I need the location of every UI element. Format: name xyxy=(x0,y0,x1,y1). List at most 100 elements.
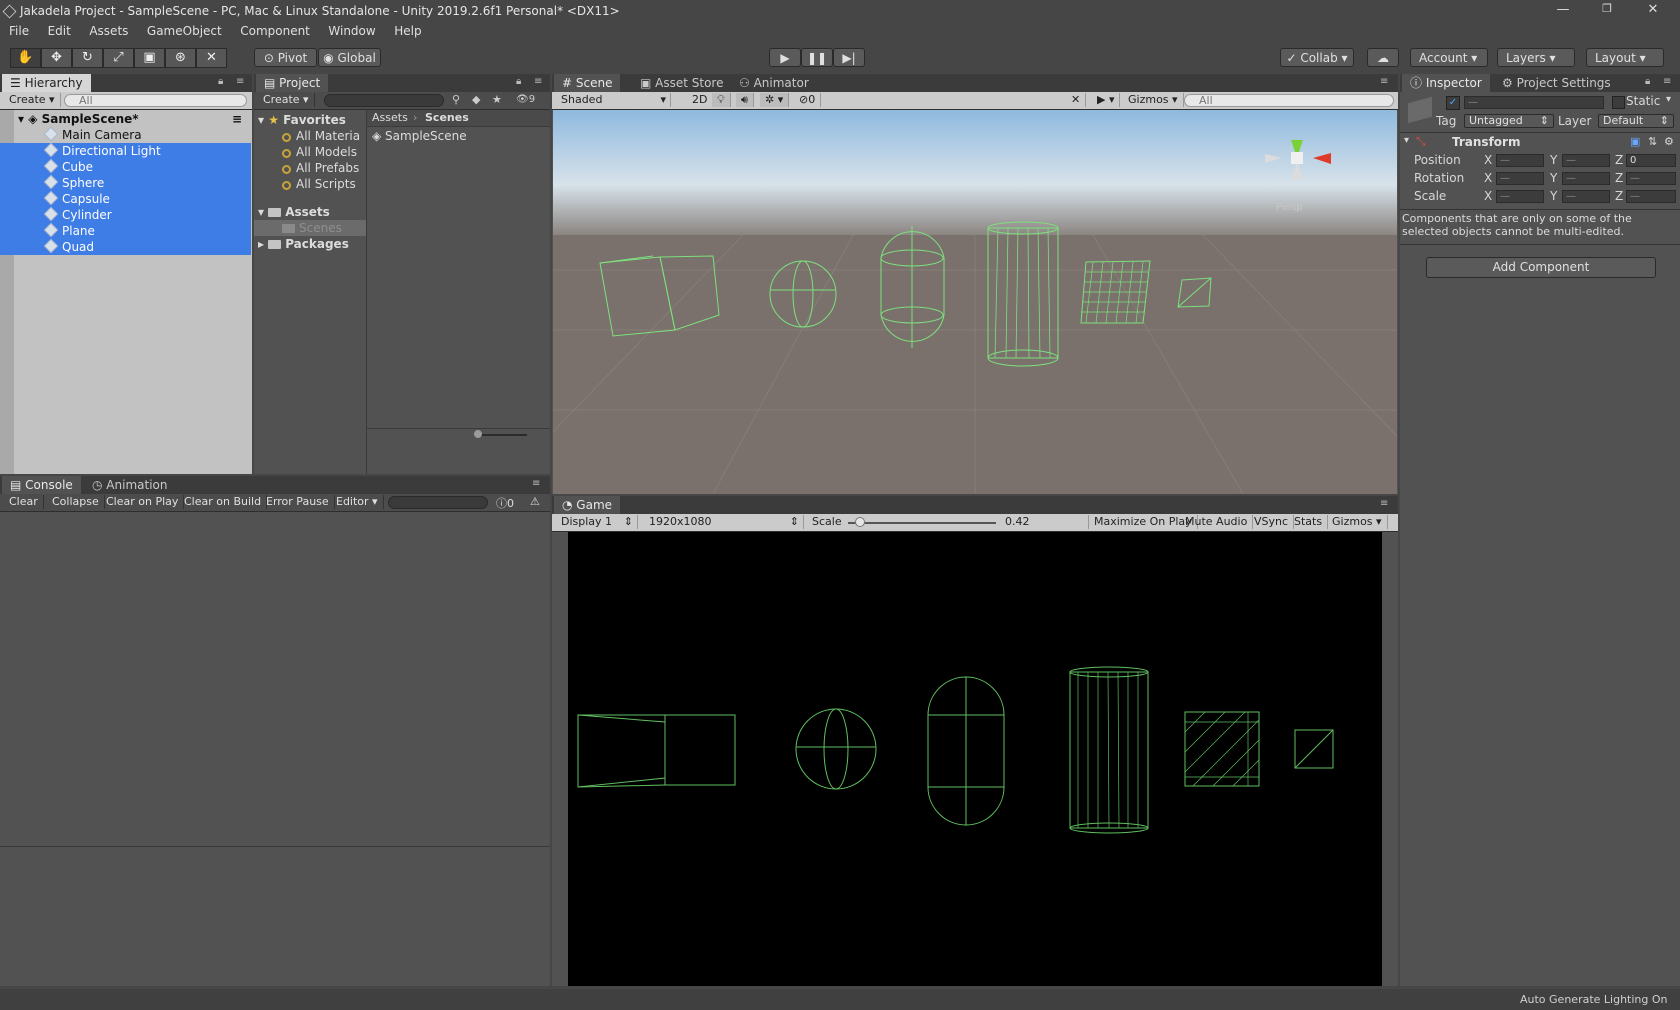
name-field[interactable]: — xyxy=(1464,96,1604,109)
hierarchy-item-capsule[interactable]: Capsule xyxy=(0,190,251,207)
tab-asset-store[interactable]: ▣ Asset Store xyxy=(632,74,732,92)
rotation-z-field[interactable]: — xyxy=(1626,172,1676,185)
project-search-input[interactable] xyxy=(324,94,444,107)
tag-dropdown[interactable]: Untagged ⇕ xyxy=(1464,114,1554,128)
hierarchy-create-dropdown[interactable]: Create ▾ xyxy=(4,93,61,107)
lock-icon[interactable]: 🔒︎ xyxy=(218,76,223,87)
project-create-dropdown[interactable]: Create ▾ xyxy=(258,93,315,107)
hidden-count-badge[interactable]: 👁︎9 xyxy=(516,94,535,105)
assets-folder[interactable]: ▾ Assets xyxy=(258,204,330,220)
maximize-icon[interactable]: ❐ xyxy=(1592,2,1622,20)
icon-size-slider-handle[interactable] xyxy=(474,430,482,438)
layout-dropdown[interactable]: Layout ▾ xyxy=(1586,48,1664,67)
help-icon[interactable]: ▣ xyxy=(1630,135,1640,148)
filter-label-icon[interactable]: ◆ xyxy=(472,93,480,106)
scene-asset-item[interactable]: ◈ SampleScene xyxy=(372,128,467,144)
tab-hierarchy[interactable]: ☰ Hierarchy xyxy=(2,74,91,92)
console-search-input[interactable] xyxy=(388,496,488,509)
scale-tool-icon[interactable]: ⤢ xyxy=(103,48,134,68)
tab-project-settings[interactable]: ⚙ Project Settings xyxy=(1494,74,1619,92)
account-dropdown[interactable]: Account ▾ xyxy=(1410,48,1488,67)
tab-animator[interactable]: ⚇ Animator xyxy=(731,74,817,92)
lock-icon[interactable]: 🔒︎ xyxy=(1645,76,1650,87)
rotation-y-field[interactable]: — xyxy=(1562,172,1610,185)
scene-tools-icon[interactable]: ✕ xyxy=(1066,93,1087,107)
scale-slider-handle[interactable] xyxy=(854,517,865,527)
static-checkbox[interactable] xyxy=(1612,96,1625,109)
pivot-button[interactable]: ⊙ Pivot xyxy=(254,48,317,67)
scene-menu-icon[interactable]: ≡ xyxy=(232,111,242,127)
console-collapse-button[interactable]: Collapse xyxy=(47,495,105,509)
panel-menu-icon[interactable]: ≡ xyxy=(1380,498,1388,509)
tab-project[interactable]: ▤ Project xyxy=(256,74,329,92)
layer-dropdown[interactable]: Default ⇕ xyxy=(1598,114,1674,128)
position-y-field[interactable]: — xyxy=(1562,154,1610,167)
hierarchy-item-cylinder[interactable]: Cylinder xyxy=(0,206,251,223)
lock-icon[interactable]: 🔒︎ xyxy=(516,76,521,87)
play-button[interactable]: ▶ xyxy=(769,48,801,67)
menu-assets[interactable]: Assets xyxy=(89,24,128,38)
camera-dropdown-icon[interactable]: ▶ ▾ xyxy=(1092,93,1121,107)
favorite-star-icon[interactable]: ★ xyxy=(492,93,502,106)
scene-gizmos-dropdown[interactable]: Gizmos ▾ xyxy=(1123,93,1184,107)
resolution-dropdown[interactable]: 1920x1080 ⇕ xyxy=(644,515,804,529)
game-canvas[interactable] xyxy=(568,532,1382,986)
scenes-folder[interactable]: Scenes xyxy=(254,220,366,236)
menu-window[interactable]: Window xyxy=(328,24,375,38)
hierarchy-item-plane[interactable]: Plane xyxy=(0,222,251,239)
step-button[interactable]: ▶| xyxy=(833,48,865,67)
vsync-toggle[interactable]: VSync xyxy=(1249,515,1295,529)
collab-dropdown[interactable]: ✓ Collab ▾ xyxy=(1280,48,1354,67)
tab-inspector[interactable]: ⓘ Inspector xyxy=(1402,74,1490,92)
mute-audio-toggle[interactable]: Mute Audio xyxy=(1180,515,1254,529)
display-dropdown[interactable]: Display 1 ⇕ xyxy=(556,515,638,529)
rect-tool-icon[interactable]: ▣ xyxy=(134,48,165,68)
scene-search-input[interactable]: All xyxy=(1184,94,1394,107)
favorites-folder[interactable]: ▾ ★ Favorites xyxy=(258,112,346,128)
static-dropdown-icon[interactable]: ▾ xyxy=(1666,94,1671,105)
panel-menu-icon[interactable]: ≡ xyxy=(532,478,540,489)
hierarchy-item-directional-light[interactable]: Directional Light xyxy=(0,142,251,159)
tab-console[interactable]: ▤ Console xyxy=(2,476,81,494)
cloud-icon[interactable]: ☁ xyxy=(1367,48,1399,67)
menu-edit[interactable]: Edit xyxy=(48,24,71,38)
tab-game[interactable]: ◔ Game xyxy=(554,496,621,514)
hierarchy-search-input[interactable]: All xyxy=(64,94,247,107)
warning-count-icon[interactable]: ⚠ xyxy=(530,495,540,508)
menu-help[interactable]: Help xyxy=(394,24,421,38)
pause-button[interactable]: ❚❚ xyxy=(801,48,833,67)
scale-x-field[interactable]: — xyxy=(1496,190,1544,203)
favorite-item[interactable]: All Prefabs xyxy=(282,160,359,176)
filter-type-icon[interactable]: ⚲ xyxy=(452,93,460,106)
close-icon[interactable]: ✕ xyxy=(1638,2,1668,20)
component-gear-icon[interactable]: ⚙ xyxy=(1664,135,1674,148)
custom-tool-icon[interactable]: ✕ xyxy=(196,48,227,68)
menu-component[interactable]: Component xyxy=(240,24,310,38)
packages-folder[interactable]: ▸ Packages xyxy=(258,236,349,252)
icon-size-slider-track[interactable] xyxy=(477,434,527,436)
rotate-tool-icon[interactable]: ↻ xyxy=(72,48,103,68)
lighting-toggle-icon[interactable]: 💡︎ xyxy=(712,93,731,107)
panel-menu-icon[interactable]: ≡ xyxy=(1663,76,1671,87)
console-error-pause-button[interactable]: Error Pause xyxy=(261,495,335,509)
add-component-button[interactable]: Add Component xyxy=(1426,257,1656,278)
global-button[interactable]: ◉ Global xyxy=(318,48,381,67)
panel-menu-icon[interactable]: ≡ xyxy=(236,76,244,87)
scene-viewport[interactable]: Persp xyxy=(553,110,1397,494)
scene-canvas[interactable]: Persp xyxy=(553,110,1397,494)
hierarchy-item-main-camera[interactable]: Main Camera xyxy=(0,126,251,143)
breadcrumb-scenes[interactable]: Scenes xyxy=(425,111,469,124)
scene-root-item[interactable]: ▾ ◈ SampleScene* ≡ xyxy=(0,111,269,127)
scale-y-field[interactable]: — xyxy=(1562,190,1610,203)
presets-icon[interactable]: ⇅ xyxy=(1648,135,1657,148)
hierarchy-item-cube[interactable]: Cube xyxy=(0,158,251,175)
hierarchy-item-sphere[interactable]: Sphere xyxy=(0,174,251,191)
transform-tool-icon[interactable]: ⊛ xyxy=(165,48,196,68)
game-viewport[interactable] xyxy=(568,532,1382,986)
favorite-item[interactable]: All Scripts xyxy=(282,176,356,192)
tab-scene[interactable]: # Scene xyxy=(554,74,621,92)
panel-menu-icon[interactable]: ≡ xyxy=(1380,76,1388,87)
2d-mode-toggle[interactable]: 2D xyxy=(687,93,714,107)
panel-menu-icon[interactable]: ≡ xyxy=(534,76,542,87)
console-clear-button[interactable]: Clear xyxy=(4,495,44,509)
